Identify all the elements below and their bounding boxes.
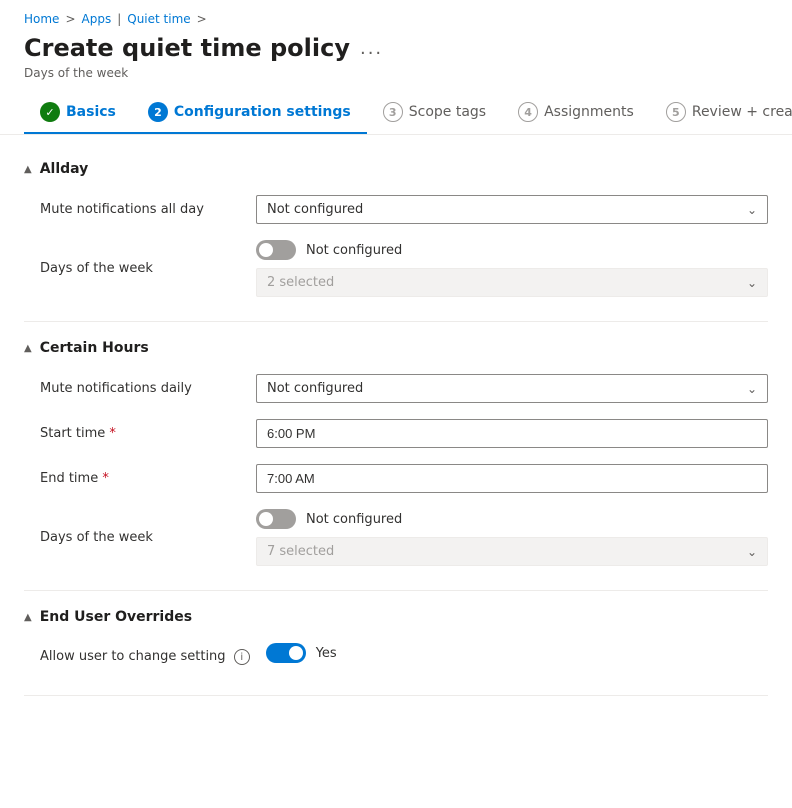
days-allday-toggle-label: Not configured (306, 243, 402, 258)
tab-scope[interactable]: 3 Scope tags (367, 92, 502, 134)
breadcrumb: Home > Apps | Quiet time > (0, 0, 792, 30)
days-certain-thumb (259, 512, 273, 526)
allow-change-row: Allow user to change setting i Yes (24, 635, 768, 679)
days-allday-row: Days of the week Not configured 2 select… (24, 232, 768, 305)
mute-allday-value: Not configured (267, 202, 363, 217)
section-certain-hours: ▲ Certain Hours Mute notifications daily… (24, 330, 768, 591)
tab-basics-circle: ✓ (40, 102, 60, 122)
mute-daily-value: Not configured (267, 381, 363, 396)
tab-scope-circle: 3 (383, 102, 403, 122)
tab-config[interactable]: 2 Configuration settings (132, 92, 367, 134)
section-end-user-header[interactable]: ▲ End User Overrides (24, 599, 768, 635)
days-allday-toggle-row: Not configured (256, 240, 768, 260)
tab-config-circle: 2 (148, 102, 168, 122)
days-certain-row: Days of the week Not configured 7 select… (24, 501, 768, 574)
section-end-user-title: End User Overrides (40, 609, 192, 625)
days-allday-thumb (259, 243, 273, 257)
days-certain-select[interactable]: 7 selected ⌄ (256, 537, 768, 566)
start-time-control (256, 419, 768, 448)
days-certain-toggle-label: Not configured (306, 512, 402, 527)
breadcrumb-apps[interactable]: Apps (82, 12, 112, 26)
allow-change-control: Yes (266, 643, 768, 671)
days-allday-control: Not configured 2 selected ⌄ (256, 240, 768, 297)
tab-basics-label: Basics (66, 104, 116, 120)
tab-basics[interactable]: ✓ Basics (24, 92, 132, 134)
mute-allday-caret-icon: ⌄ (747, 203, 757, 217)
breadcrumb-sep2: | (117, 12, 121, 26)
breadcrumb-sep1: > (65, 12, 75, 26)
end-time-input[interactable] (256, 464, 768, 493)
page-title: Create quiet time policy (24, 34, 350, 62)
mute-allday-dropdown[interactable]: Not configured ⌄ (256, 195, 768, 224)
allow-change-label: Allow user to change setting i (40, 649, 250, 666)
breadcrumb-home[interactable]: Home (24, 12, 59, 26)
allow-change-track (266, 643, 306, 663)
allow-change-info-icon[interactable]: i (234, 649, 250, 665)
days-certain-toggle-row: Not configured (256, 509, 768, 529)
breadcrumb-sep3: > (197, 12, 207, 26)
days-certain-select-caret-icon: ⌄ (747, 545, 757, 559)
end-user-chevron-icon: ▲ (24, 612, 32, 623)
days-allday-select-caret-icon: ⌄ (747, 276, 757, 290)
days-certain-track (256, 509, 296, 529)
section-certain-hours-title: Certain Hours (40, 340, 149, 356)
days-certain-selected: 7 selected (267, 544, 334, 559)
days-allday-label: Days of the week (40, 261, 240, 276)
certain-hours-chevron-icon: ▲ (24, 343, 32, 354)
tab-assignments-label: Assignments (544, 104, 634, 120)
tab-review-circle: 5 (666, 102, 686, 122)
section-end-user: ▲ End User Overrides Allow user to chang… (24, 599, 768, 696)
tab-assignments[interactable]: 4 Assignments (502, 92, 650, 134)
mute-daily-caret-icon: ⌄ (747, 382, 757, 396)
start-time-row: Start time (24, 411, 768, 456)
mute-daily-dropdown[interactable]: Not configured ⌄ (256, 374, 768, 403)
section-allday-header[interactable]: ▲ Allday (24, 151, 768, 187)
days-certain-label: Days of the week (40, 530, 240, 545)
tab-scope-label: Scope tags (409, 104, 486, 120)
end-time-label: End time (40, 471, 240, 486)
tab-review[interactable]: 5 Review + create (650, 92, 792, 134)
more-options-icon[interactable]: ... (360, 38, 383, 59)
section-allday: ▲ Allday Mute notifications all day Not … (24, 151, 768, 322)
mute-daily-control: Not configured ⌄ (256, 374, 768, 403)
tab-assignments-circle: 4 (518, 102, 538, 122)
allow-change-toggle[interactable] (266, 643, 306, 663)
days-allday-selected: 2 selected (267, 275, 334, 290)
mute-daily-row: Mute notifications daily Not configured … (24, 366, 768, 411)
allow-change-toggle-row: Yes (266, 643, 768, 663)
start-time-label: Start time (40, 426, 240, 441)
section-allday-title: Allday (40, 161, 89, 177)
allday-chevron-icon: ▲ (24, 164, 32, 175)
tab-config-label: Configuration settings (174, 104, 351, 120)
allow-change-value: Yes (316, 646, 337, 661)
mute-allday-row: Mute notifications all day Not configure… (24, 187, 768, 232)
mute-daily-label: Mute notifications daily (40, 381, 240, 396)
days-certain-toggle[interactable] (256, 509, 296, 529)
page-header: Create quiet time policy ... (0, 30, 792, 66)
allow-change-thumb (289, 646, 303, 660)
section-certain-hours-header[interactable]: ▲ Certain Hours (24, 330, 768, 366)
tab-review-label: Review + create (692, 104, 792, 120)
days-allday-track (256, 240, 296, 260)
days-allday-select[interactable]: 2 selected ⌄ (256, 268, 768, 297)
mute-allday-control: Not configured ⌄ (256, 195, 768, 224)
content-area: ▲ Allday Mute notifications all day Not … (0, 135, 792, 720)
days-allday-toggle[interactable] (256, 240, 296, 260)
tab-bar: ✓ Basics 2 Configuration settings 3 Scop… (0, 92, 792, 135)
end-time-row: End time (24, 456, 768, 501)
breadcrumb-quiet-time[interactable]: Quiet time (127, 12, 190, 26)
mute-allday-label: Mute notifications all day (40, 202, 240, 217)
start-time-input[interactable] (256, 419, 768, 448)
page-subtitle: Days of the week (0, 66, 792, 92)
end-time-control (256, 464, 768, 493)
days-certain-control: Not configured 7 selected ⌄ (256, 509, 768, 566)
